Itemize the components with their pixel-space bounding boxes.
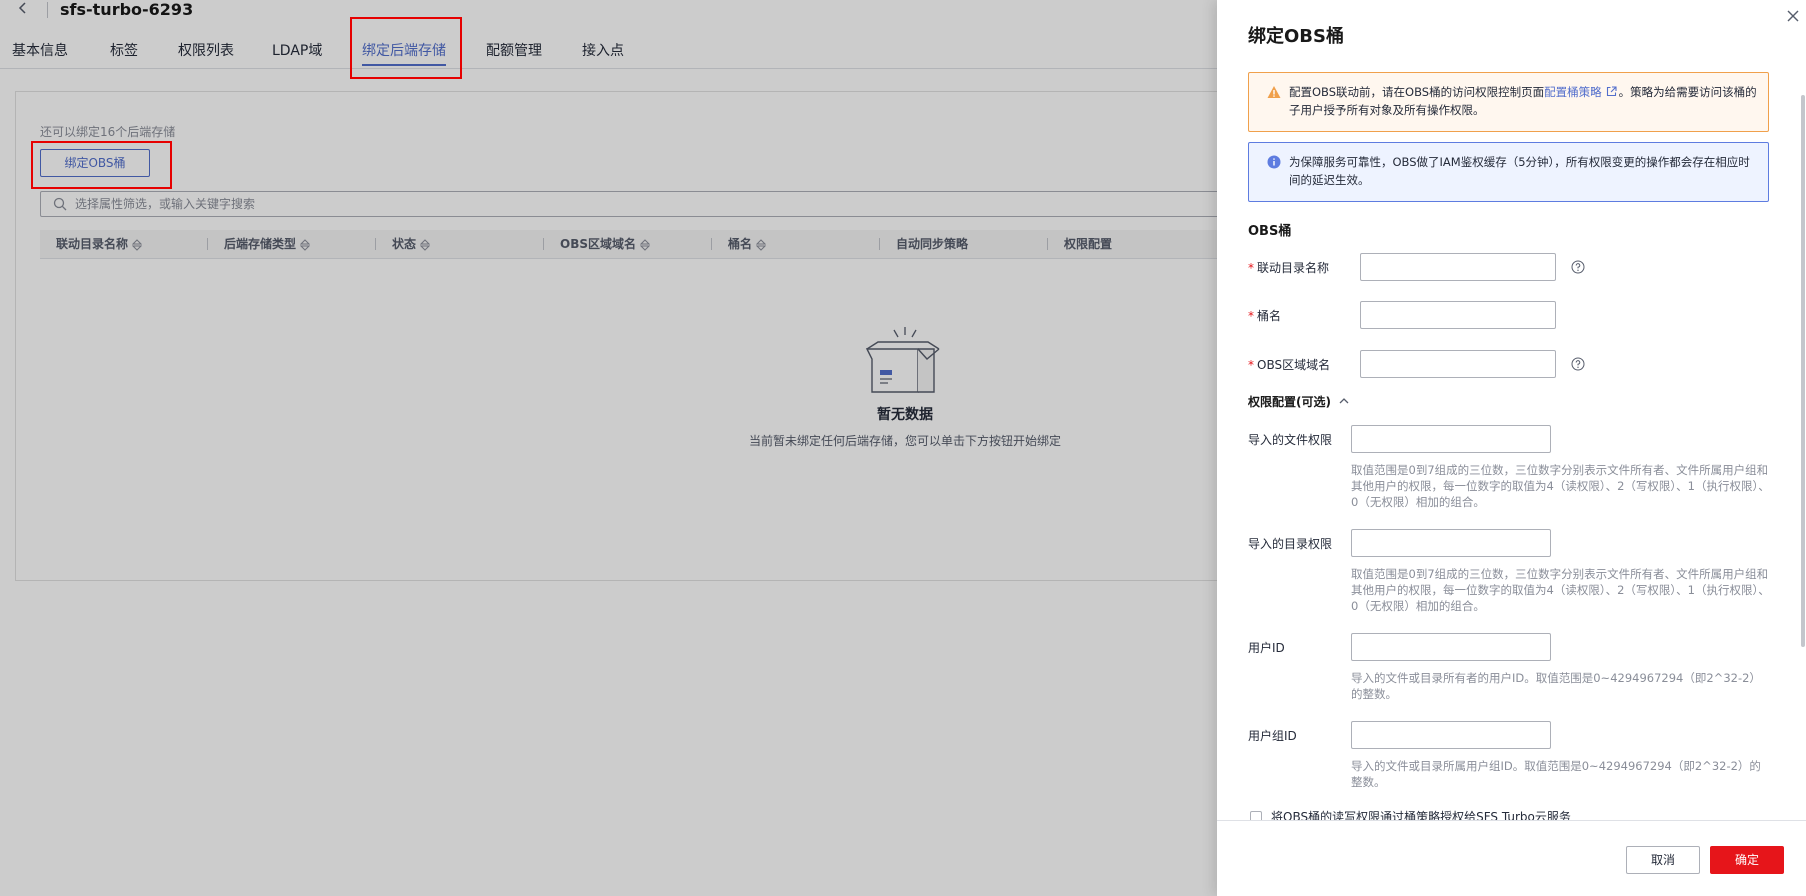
- file-permission-hint: 取值范围是0到7组成的三位数，三位数字分别表示文件所有者、文件所属用户组和其他用…: [1351, 463, 1770, 509]
- drawer-title: 绑定OBS桶: [1248, 26, 1344, 47]
- scrollbar[interactable]: [1801, 95, 1805, 647]
- dir-permission-label: 导入的目录权限: [1248, 537, 1333, 551]
- bucket-name-input[interactable]: [1360, 301, 1556, 329]
- warning-icon: [1267, 86, 1281, 98]
- field-label: OBS区域域名: [1257, 358, 1331, 372]
- help-icon[interactable]: [1571, 357, 1585, 371]
- permission-section-toggle[interactable]: 权限配置(可选): [1248, 393, 1349, 410]
- dir-permission-input[interactable]: [1351, 529, 1551, 557]
- user-id-label: 用户ID: [1248, 641, 1285, 655]
- section-title-obs-bucket: OBS桶: [1248, 224, 1292, 239]
- required-mark: *: [1248, 309, 1254, 323]
- info-alert: 为保障服务可靠性，OBS做了IAM鉴权缓存（5分钟），所有权限变更的操作都会存在…: [1248, 142, 1769, 202]
- group-id-input[interactable]: [1351, 721, 1551, 749]
- required-mark: *: [1248, 261, 1254, 275]
- cancel-button[interactable]: 取消: [1626, 846, 1700, 874]
- warning-alert: 配置OBS联动前，请在OBS桶的访问权限控制页面配置桶策略 。策略为给需要访问该桶…: [1248, 72, 1769, 132]
- dir-permission-hint: 取值范围是0到7组成的三位数，三位数字分别表示文件所有者、文件所属用户组和其他用…: [1351, 567, 1770, 613]
- info-text: 为保障服务可靠性，OBS做了IAM鉴权缓存（5分钟），所有权限变更的操作都会存在…: [1289, 155, 1750, 187]
- required-mark: *: [1248, 358, 1254, 372]
- field-label: 联动目录名称: [1257, 261, 1330, 275]
- link-dir-label: * 联动目录名称: [1248, 259, 1329, 276]
- link-dir-input[interactable]: [1360, 253, 1556, 281]
- drawer-footer: 取消 确定: [1217, 820, 1806, 896]
- bucket-name-label: * 桶名: [1248, 307, 1281, 324]
- info-icon: [1267, 155, 1281, 169]
- highlight-box-tab: [350, 17, 462, 79]
- field-label: 桶名: [1257, 309, 1282, 323]
- group-id-label: 用户组ID: [1248, 729, 1297, 743]
- obs-domain-label: * OBS区域域名: [1248, 356, 1330, 373]
- bind-obs-drawer: 绑定OBS桶 配置OBS联动前，请在OBS桶的访问权限控制页面配置桶策略 。策略为…: [1217, 0, 1806, 896]
- external-link-icon[interactable]: [1606, 86, 1617, 97]
- file-permission-input[interactable]: [1351, 425, 1551, 453]
- permission-section-title: 权限配置(可选): [1248, 395, 1331, 409]
- highlight-box-bind-button: [31, 141, 172, 189]
- chevron-up-icon: [1339, 398, 1349, 404]
- warning-text-part: 配置OBS联动前，请在OBS桶的访问权限控制页面: [1289, 85, 1545, 99]
- user-id-hint: 导入的文件或目录所有者的用户ID。取值范围是0~4294967294（即2^32…: [1351, 671, 1761, 701]
- group-id-hint: 导入的文件或目录所属用户组ID。取值范围是0~4294967294（即2^32-…: [1351, 759, 1761, 789]
- close-icon[interactable]: [1785, 8, 1801, 24]
- warning-text: 配置OBS联动前，请在OBS桶的访问权限控制页面配置桶策略 。策略为给需要访问该桶…: [1289, 83, 1757, 119]
- obs-domain-input[interactable]: [1360, 350, 1556, 378]
- user-id-input[interactable]: [1351, 633, 1551, 661]
- help-icon[interactable]: [1571, 260, 1585, 274]
- modal-overlay[interactable]: [0, 0, 1217, 896]
- page: sfs-turbo-6293 基本信息 标签 权限列表 LDAP域 绑定后端存储…: [0, 0, 1806, 896]
- confirm-button[interactable]: 确定: [1710, 846, 1784, 874]
- configure-bucket-policy-link[interactable]: 配置桶策略: [1544, 85, 1602, 99]
- file-permission-label: 导入的文件权限: [1248, 433, 1333, 447]
